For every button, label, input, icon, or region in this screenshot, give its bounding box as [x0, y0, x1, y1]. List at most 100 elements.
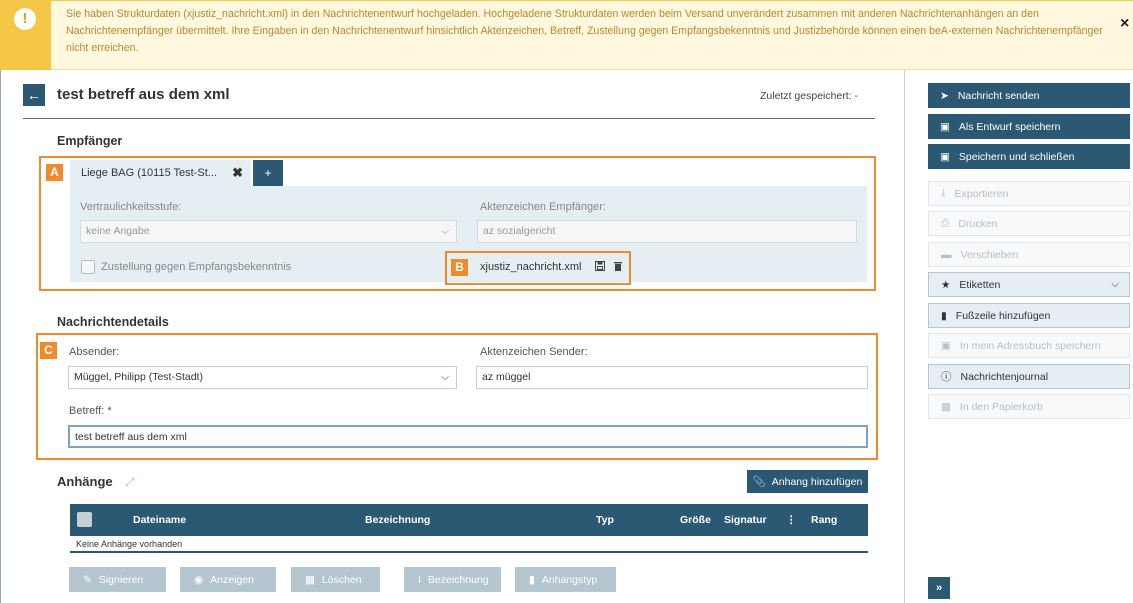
close-icon[interactable]: × [1120, 15, 1129, 33]
text-cursor-icon: I [418, 573, 421, 586]
warning-text: Sie haben Strukturdaten (xjustiz_nachric… [66, 8, 1103, 54]
annotation-marker-b: B [451, 259, 468, 276]
pencil-icon: ✎ [83, 573, 92, 586]
add-recipient-button[interactable]: + [253, 160, 283, 186]
column-rank[interactable]: Rang [811, 514, 837, 526]
back-button[interactable]: ← [23, 84, 45, 106]
trash-icon: ▩ [305, 573, 315, 586]
title-divider [23, 118, 875, 119]
warning-strip: ! [0, 1, 51, 70]
exclamation-icon: ! [14, 8, 36, 30]
column-filename[interactable]: Dateiname [133, 514, 186, 526]
close-icon[interactable]: ✖ [232, 160, 243, 186]
sender-case-ref-value: az müggel [482, 371, 531, 383]
paper-plane-icon: ➤ [940, 89, 949, 102]
recipient-case-ref-label: Aktenzeichen Empfänger: [480, 201, 606, 213]
star-icon: ★ [941, 278, 951, 291]
eye-icon: ◉ [194, 573, 204, 586]
add-attachment-label: Anhang hinzufügen [771, 475, 863, 488]
sender-value: Müggel, Philipp (Test-Stadt) [74, 371, 203, 383]
send-message-button[interactable]: ➤ Nachricht senden [928, 83, 1130, 108]
download-icon: ⤓ [941, 187, 946, 199]
table-divider [70, 551, 868, 553]
save-close-icon: ▣ [940, 150, 950, 163]
select-all-checkbox[interactable] [77, 512, 92, 527]
subject-input[interactable]: test betreff aus dem xml [68, 425, 868, 448]
send-message-label: Nachricht senden [957, 89, 1040, 102]
save-draft-button[interactable]: ▣ Als Entwurf speichern [928, 114, 1130, 139]
delete-label: Löschen [321, 573, 362, 586]
sender-case-ref-label: Aktenzeichen Sender: [480, 346, 588, 358]
column-type[interactable]: Typ [596, 514, 614, 526]
message-journal-label: Nachrichtenjournal [960, 370, 1049, 383]
sender-select[interactable]: Müggel, Philipp (Test-Stadt) ⌵ [68, 366, 457, 389]
add-attachment-button[interactable]: 📎 Anhang hinzufügen [747, 470, 868, 493]
column-signature[interactable]: Signatur [724, 514, 767, 526]
labels-dropdown[interactable]: ★ Etiketten ⌵ [928, 272, 1130, 297]
subject-value: test betreff aus dem xml [75, 431, 187, 443]
chevron-down-icon: ⌵ [441, 372, 449, 383]
move-label: Verschieben [960, 248, 1019, 261]
add-footer-button[interactable]: ▮ Fußzeile hinzufügen [928, 303, 1130, 328]
acknowledgement-checkbox[interactable] [81, 260, 95, 274]
attachment-type-button[interactable]: ▮ Anhangstyp [515, 567, 616, 592]
folder-icon: ▬ [941, 248, 952, 261]
labels-label: Etiketten [959, 278, 1001, 291]
sender-case-ref-input[interactable]: az müggel [476, 366, 868, 389]
paperclip-icon: 📎 [752, 476, 766, 488]
export-button[interactable]: ⤓ Exportieren [928, 181, 1130, 206]
recipient-tab[interactable]: Liege BAG (10115 Test-St... ✖ [70, 160, 251, 186]
recipient-case-ref-placeholder: az sozialgericht [483, 225, 556, 237]
collapse-sidebar-button[interactable]: » [928, 577, 950, 599]
print-label: Drucken [958, 217, 998, 230]
trash-icon[interactable] [613, 261, 623, 271]
column-description[interactable]: Bezeichnung [365, 514, 430, 526]
delete-button[interactable]: ▩ Löschen [291, 567, 380, 592]
move-to-trash-label: In den Papierkorb [959, 400, 1043, 413]
export-label: Exportieren [954, 187, 1009, 200]
sender-label: Absender: [69, 346, 120, 358]
confidentiality-select[interactable]: keine Angabe ⌵ [80, 220, 457, 243]
empty-attachments-text: Keine Anhänge vorhanden [76, 539, 183, 549]
rename-label: Bezeichnung [427, 573, 489, 586]
save-address-book-label: In mein Adressbuch speichern [959, 339, 1101, 352]
chevron-down-icon: ⌵ [1111, 279, 1119, 290]
confidentiality-label: Vertraulichkeitsstufe: [80, 201, 182, 213]
subject-label: Betreff: * [69, 405, 112, 417]
printer-icon: ⎙ [941, 217, 950, 229]
warning-banner: ! Sie haben Strukturdaten (xjustiz_nachr… [0, 0, 1133, 70]
add-footer-label: Fußzeile hinzufügen [955, 309, 1051, 322]
file-icon: ▮ [529, 573, 535, 586]
recipients-heading: Empfänger [57, 134, 123, 148]
annotation-marker-c: C [40, 342, 57, 359]
move-to-trash-button[interactable]: ▩ In den Papierkorb [928, 394, 1130, 419]
address-book-icon: ▣ [941, 339, 951, 352]
info-icon: ⓘ [941, 371, 952, 383]
sign-button[interactable]: ✎ Signieren [69, 567, 166, 592]
chevron-down-icon: ⌵ [441, 226, 449, 237]
document-icon: ▮ [941, 309, 947, 322]
trash-icon: ▩ [941, 400, 951, 413]
column-size[interactable]: Größe [680, 514, 711, 526]
save-address-book-button[interactable]: ▣ In mein Adressbuch speichern [928, 333, 1130, 358]
sign-label: Signieren [98, 573, 144, 586]
attachment-type-label: Anhangstyp [541, 573, 598, 586]
rename-button[interactable]: I Bezeichnung [404, 567, 501, 592]
message-details-heading: Nachrichtendetails [57, 315, 169, 329]
expand-icon[interactable]: ⤢ [125, 475, 135, 490]
print-button[interactable]: ⎙ Drucken [928, 211, 1130, 236]
move-button[interactable]: ▬ Verschieben [928, 242, 1130, 267]
xml-file-name: xjustiz_nachricht.xml [480, 261, 582, 273]
save-icon: ▣ [940, 120, 950, 133]
recipient-case-ref-input[interactable]: az sozialgericht [477, 220, 857, 243]
acknowledgement-label: Zustellung gegen Empfangsbekenntnis [101, 261, 292, 273]
save-icon[interactable] [595, 261, 605, 271]
save-close-button[interactable]: ▣ Speichern und schließen [928, 144, 1130, 169]
save-close-label: Speichern und schließen [958, 150, 1075, 163]
message-journal-button[interactable]: ⓘ Nachrichtenjournal [928, 364, 1130, 389]
recipient-tab-label: Liege BAG (10115 Test-St... [81, 167, 217, 179]
last-saved-text: Zuletzt gespeichert: - [760, 90, 859, 102]
column-menu-icon[interactable]: ⋮ [786, 514, 797, 526]
view-button[interactable]: ◉ Anzeigen [180, 567, 276, 592]
annotation-marker-a: A [46, 164, 63, 181]
